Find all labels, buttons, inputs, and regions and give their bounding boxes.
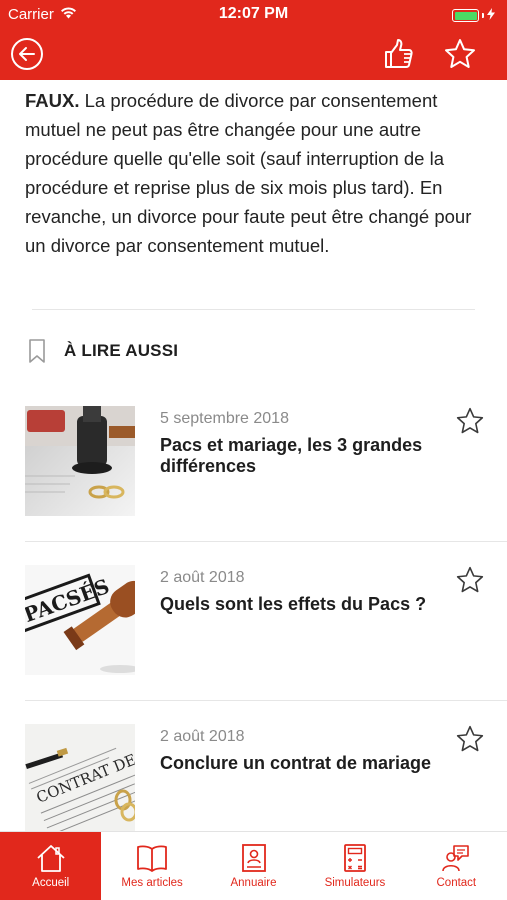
status-bar: Carrier 12:07 PM [0,0,507,28]
favorite-button[interactable] [442,36,478,72]
article-date: 5 septembre 2018 [160,410,289,427]
tab-label: Contact [436,877,477,889]
article-content[interactable]: FAUX. La procédure de divorce par consen… [0,80,507,831]
tab-bar: Accueil Mes articles Annuaire Simulateur… [0,831,507,900]
related-article-card[interactable]: PACSÉS 2 août 2018 Quels sont les effets… [0,565,507,723]
directory-card-icon [241,844,266,872]
related-article-card[interactable]: 5 septembre 2018 Pacs et mariage, les 3 … [0,406,507,564]
tab-contact[interactable]: Contact [406,832,507,900]
star-outline-icon [456,407,484,434]
back-arrow-circle-icon [11,38,43,70]
battery-icon [452,9,479,22]
tab-accueil[interactable]: Accueil [0,832,102,900]
navigation-bar [0,28,507,80]
tab-label: Annuaire [230,877,277,889]
like-button[interactable] [381,36,417,72]
article-thumbnail-gavel-rings [25,406,135,516]
tab-simulateurs[interactable]: Simulateurs [304,832,405,900]
chat-person-icon [442,845,470,872]
battery-tip [482,13,484,18]
tab-annuaire[interactable]: Annuaire [203,832,304,900]
tab-label: Simulateurs [324,877,386,889]
star-outline-icon [456,566,484,593]
article-favorite-button[interactable] [455,565,485,595]
answer-text: La procédure de divorce par consentement… [25,90,472,256]
related-article-card[interactable]: CONTRAT DE MARIA 2 août 2018 Conclure un… [0,724,507,831]
article-title[interactable]: Pacs et mariage, les 3 grandes différenc… [160,435,445,477]
also-read-header: À LIRE AUSSI [28,338,178,364]
article-divider [25,700,507,701]
article-title[interactable]: Conclure un contrat de mariage [160,753,445,774]
star-outline-icon [445,39,475,68]
battery-fill [454,11,477,20]
home-icon [37,845,65,872]
article-divider [25,541,507,542]
answer-verdict: FAUX. [25,90,80,111]
tab-label: Accueil [32,877,70,889]
article-favorite-button[interactable] [455,724,485,754]
battery-indicator [452,7,495,24]
article-title[interactable]: Quels sont les effets du Pacs ? [160,594,445,615]
clock: 12:07 PM [218,5,289,22]
also-read-title: À LIRE AUSSI [64,341,179,360]
charging-bolt-icon [487,7,495,24]
star-outline-icon [456,725,484,752]
back-button[interactable] [9,36,45,72]
article-date: 2 août 2018 [160,728,245,745]
bookmark-outline-icon [29,339,45,363]
open-book-icon [137,845,168,872]
thumbs-up-icon [385,39,413,68]
article-favorite-button[interactable] [455,406,485,436]
calculator-icon [344,844,366,872]
tab-label: Mes articles [121,877,183,889]
article-date: 2 août 2018 [160,569,245,586]
tab-mes-articles[interactable]: Mes articles [101,832,202,900]
section-divider [32,309,475,310]
article-thumbnail-marriage-contract: CONTRAT DE MARIA [25,724,135,831]
answer-paragraph: FAUX. La procédure de divorce par consen… [25,86,485,260]
article-thumbnail-pacses-stamp: PACSÉS [25,565,135,675]
